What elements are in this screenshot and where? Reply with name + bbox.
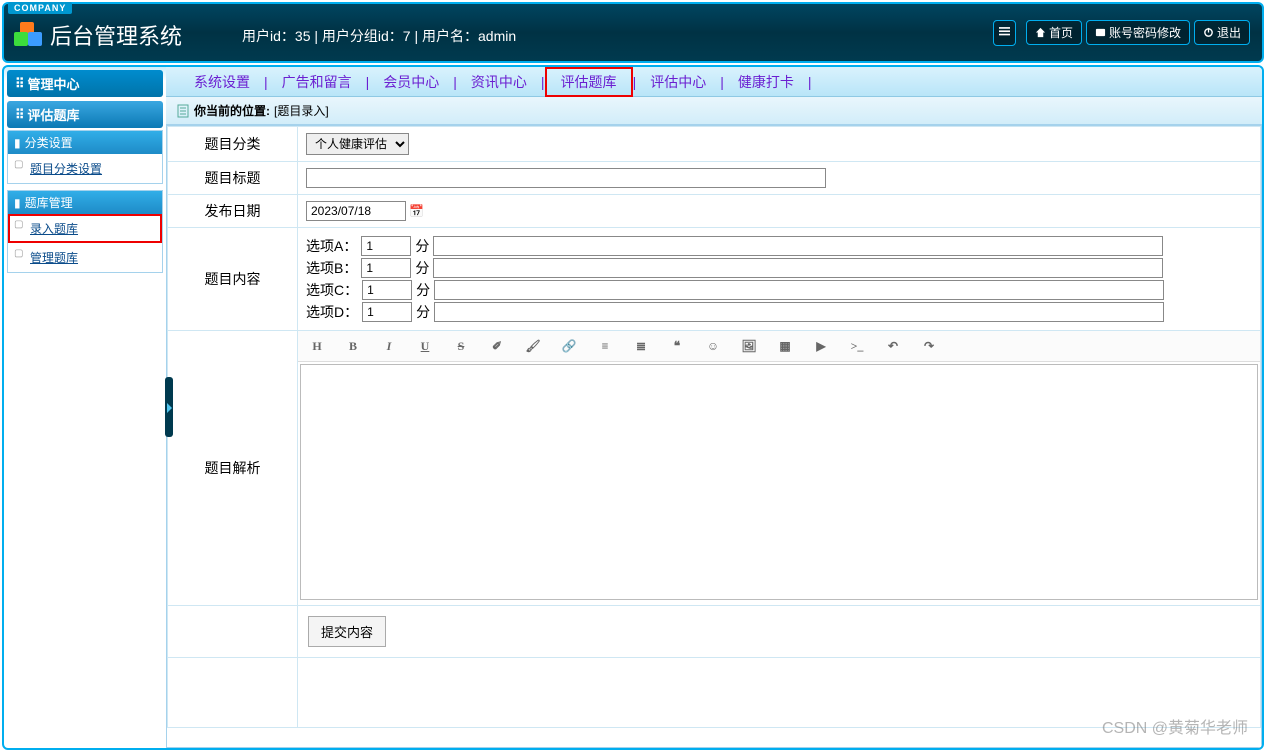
pubdate-input[interactable] — [306, 201, 406, 221]
code-icon[interactable]: >_ — [848, 337, 866, 355]
home-button[interactable]: 首页 — [1026, 20, 1082, 45]
option-d-row: 选项D：分 — [306, 302, 1252, 322]
nav-news[interactable]: 资讯中心 — [457, 69, 541, 95]
sidebar-item-manage-bank[interactable]: 管理题库 — [8, 243, 162, 272]
bold-icon[interactable]: B — [344, 337, 362, 355]
nav-health[interactable]: 健康打卡 — [724, 69, 808, 95]
quote-icon[interactable]: ❝ — [668, 337, 686, 355]
user-info: 用户id：35 | 用户分组id：7 | 用户名：admin — [242, 26, 516, 46]
underline-icon[interactable]: U — [416, 337, 434, 355]
sidebar-item-category-setting[interactable]: 题目分类设置 — [8, 154, 162, 183]
sidebar-item-input-bank[interactable]: 录入题库 — [8, 214, 162, 243]
option-a-score[interactable] — [361, 236, 411, 256]
breadcrumb: 你当前的位置: [题目录入] — [166, 97, 1262, 125]
company-tag: COMPANY — [8, 2, 72, 14]
link-icon[interactable]: 🔗 — [560, 337, 578, 355]
analysis-editor[interactable] — [300, 364, 1258, 600]
eraser-icon[interactable]: ✐ — [488, 337, 506, 355]
option-c-row: 选项C：分 — [306, 280, 1252, 300]
option-a-label: 选项A： — [306, 236, 357, 256]
label-title: 题目标题 — [168, 162, 298, 195]
account-button[interactable]: 账号密码修改 — [1086, 20, 1190, 45]
top-nav: 系统设置| 广告和留言| 会员中心| 资讯中心| 评估题库| 评估中心| 健康打… — [166, 67, 1262, 97]
option-d-label: 选项D： — [306, 302, 358, 322]
sidebar-resize-handle[interactable] — [165, 377, 173, 437]
home-button-label: 首页 — [1049, 24, 1073, 41]
video-icon[interactable]: ▶ — [812, 337, 830, 355]
redo-icon[interactable]: ↷ — [920, 337, 938, 355]
sidebar: ⠿管理中心 ⠿评估题库 ▮ 分类设置 题目分类设置 ▮ 题库管理 录入题库 管理… — [4, 67, 166, 748]
nav-bank[interactable]: 评估题库 — [545, 67, 633, 97]
app-title: 后台管理系统 — [50, 19, 182, 51]
option-c-score[interactable] — [362, 280, 412, 300]
option-d-text[interactable] — [434, 302, 1164, 322]
italic-icon[interactable]: I — [380, 337, 398, 355]
logo-icon — [14, 22, 42, 50]
menu-icon[interactable] — [993, 20, 1016, 46]
logout-button-label: 退出 — [1217, 24, 1241, 41]
breadcrumb-label: 你当前的位置: — [194, 102, 270, 119]
sidebar-group-header[interactable]: ▮ 分类设置 — [8, 131, 162, 154]
submit-button[interactable]: 提交内容 — [308, 616, 386, 647]
app-header: 后台管理系统 用户id：35 | 用户分组id：7 | 用户名：admin 首页… — [2, 2, 1264, 63]
logout-button[interactable]: 退出 — [1194, 20, 1250, 45]
heading-icon[interactable]: H — [308, 337, 326, 355]
sidebar-group-header[interactable]: ▮ 题库管理 — [8, 191, 162, 214]
nav-members[interactable]: 会员中心 — [369, 69, 453, 95]
image-icon[interactable]: 🖼 — [740, 337, 758, 355]
sidebar-center-title[interactable]: ⠿管理中心 — [7, 70, 163, 97]
option-b-text[interactable] — [433, 258, 1163, 278]
table-icon[interactable]: ▦ — [776, 337, 794, 355]
emoji-icon[interactable]: ☺ — [704, 337, 722, 355]
strike-icon[interactable]: S — [452, 337, 470, 355]
sidebar-group-category: ▮ 分类设置 题目分类设置 — [7, 130, 163, 184]
label-content: 题目内容 — [168, 228, 298, 331]
category-select[interactable]: 个人健康评估 — [306, 133, 409, 155]
label-category: 题目分类 — [168, 127, 298, 162]
nav-system[interactable]: 系统设置 — [180, 69, 264, 95]
sidebar-section-title[interactable]: ⠿评估题库 — [7, 101, 163, 128]
option-b-row: 选项B：分 — [306, 258, 1252, 278]
option-b-label: 选项B： — [306, 258, 357, 278]
undo-icon[interactable]: ↶ — [884, 337, 902, 355]
title-input[interactable] — [306, 168, 826, 188]
align-icon[interactable]: ≣ — [632, 337, 650, 355]
option-a-text[interactable] — [433, 236, 1163, 256]
nav-assess[interactable]: 评估中心 — [636, 69, 720, 95]
sidebar-group-bank: ▮ 题库管理 录入题库 管理题库 — [7, 190, 163, 273]
option-b-score[interactable] — [361, 258, 411, 278]
label-analysis: 题目解析 — [168, 331, 298, 606]
grip-icon: ⠿ — [15, 76, 22, 92]
option-d-score[interactable] — [362, 302, 412, 322]
label-pubdate: 发布日期 — [168, 195, 298, 228]
breadcrumb-value: [题目录入] — [274, 102, 329, 119]
option-c-text[interactable] — [434, 280, 1164, 300]
option-c-label: 选项C： — [306, 280, 358, 300]
nav-ads[interactable]: 广告和留言 — [268, 69, 366, 95]
file-icon — [176, 104, 190, 118]
brush-icon[interactable]: 🖌 — [524, 337, 542, 355]
list-icon[interactable]: ≡ — [596, 337, 614, 355]
account-button-label: 账号密码修改 — [1109, 24, 1181, 41]
grip-icon: ⠿ — [15, 107, 22, 123]
editor-toolbar: H B I U S ✐ 🖌 🔗 ≡ ≣ ❝ ☺ 🖼 — [298, 331, 1260, 362]
option-a-row: 选项A：分 — [306, 236, 1252, 256]
